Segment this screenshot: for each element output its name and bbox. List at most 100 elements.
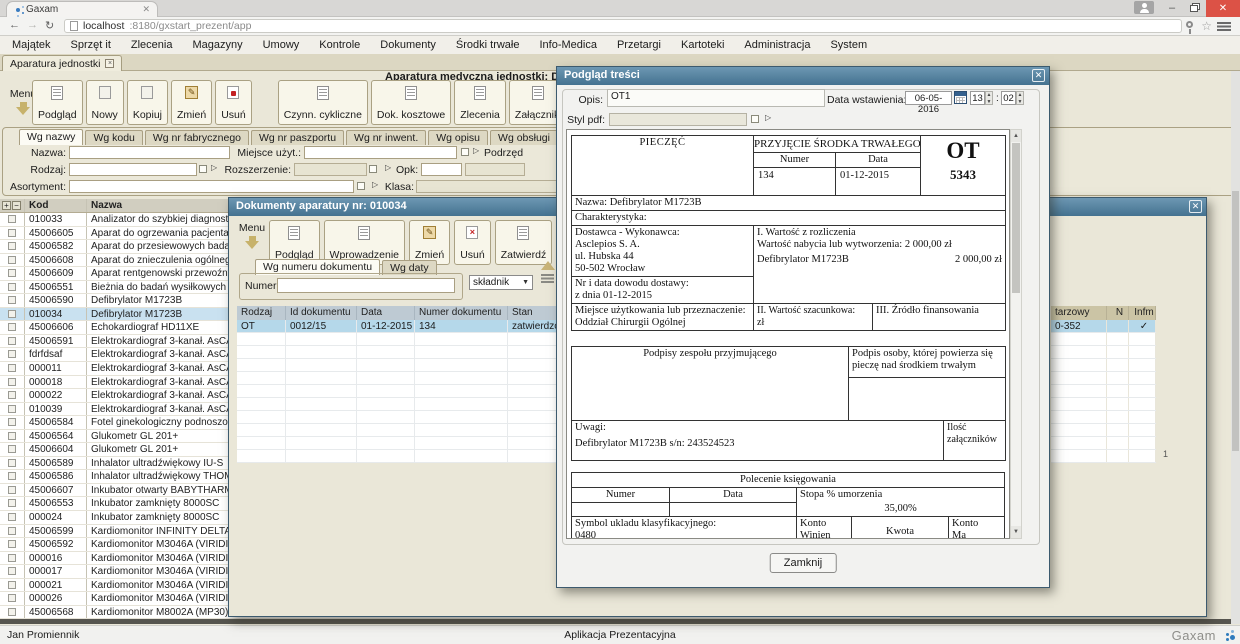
menubar-item-przetargi[interactable]: Przetargi [607, 39, 671, 51]
preview-dialog-close-icon[interactable]: ✕ [1032, 69, 1045, 82]
preview-scrollbar[interactable]: ▲ ▼ [1010, 129, 1022, 539]
hour-spinner[interactable]: ▲▼ [985, 91, 993, 105]
menubar-item-rodki-trwa-e[interactable]: Środki trwałe [446, 39, 530, 51]
tab-aparatura-jednostki[interactable]: Aparatura jednostki × [2, 55, 122, 71]
documents-column-data[interactable]: Data [357, 306, 415, 320]
menubar-item-maj-tek[interactable]: Majątek [2, 39, 61, 51]
numer-input[interactable] [277, 278, 455, 293]
row-checkbox[interactable] [8, 215, 16, 223]
pin-icon[interactable] [1186, 21, 1193, 28]
tab-close-badge-icon[interactable]: × [105, 59, 114, 68]
row-checkbox[interactable] [8, 527, 16, 535]
window-close-button[interactable]: ✕ [1206, 0, 1240, 17]
row-checkbox[interactable] [8, 459, 16, 467]
row-checkbox[interactable] [8, 567, 16, 575]
minute-input[interactable]: 02 [1001, 91, 1016, 105]
row-checkbox[interactable] [8, 310, 16, 318]
skladnik-select[interactable]: składnik ▼ [469, 275, 533, 290]
menubar-item-umowy[interactable]: Umowy [253, 39, 310, 51]
documents-column-id-dokumentu[interactable]: Id dokumentu [286, 306, 357, 320]
asortyment-picker-icon[interactable] [372, 180, 378, 189]
row-checkbox[interactable] [8, 350, 16, 358]
usu-button[interactable]: Usuń [215, 80, 252, 125]
right-column-tarzowy[interactable]: tarzowy [1051, 306, 1107, 320]
zlecenia-button[interactable]: Zlecenia [454, 80, 506, 125]
asortyment-checkbox[interactable] [357, 182, 365, 190]
row-checkbox[interactable] [8, 378, 16, 386]
row-checkbox[interactable] [8, 499, 16, 507]
row-checkbox[interactable] [8, 608, 16, 616]
documents-column-numer-dokumentu[interactable]: Numer dokumentu [415, 306, 508, 320]
up-arrow-icon[interactable] [541, 254, 555, 270]
row-checkbox[interactable] [8, 581, 16, 589]
filter-tab-wg-nazwy[interactable]: Wg nazwy [19, 129, 83, 145]
miejsce-picker-icon[interactable] [473, 146, 479, 155]
window-restore-button[interactable] [1184, 0, 1204, 16]
profile-icon[interactable] [1134, 1, 1154, 14]
row-checkbox[interactable] [8, 364, 16, 372]
opis-textarea[interactable]: OT1 [607, 89, 825, 107]
row-checkbox[interactable] [8, 242, 16, 250]
filter-tab-wg-nr-fabrycznego[interactable]: Wg nr fabrycznego [145, 130, 249, 145]
documents-dialog-close-icon[interactable]: ✕ [1189, 200, 1202, 213]
menubar-item-system[interactable]: System [820, 39, 877, 51]
date-input[interactable]: 06-05-2016 [905, 91, 952, 105]
reload-icon[interactable]: ↻ [45, 19, 54, 32]
scroll-up-icon[interactable]: ▲ [1011, 130, 1021, 142]
back-icon[interactable]: ← [9, 19, 20, 31]
bookmark-star-icon[interactable]: ☆ [1201, 19, 1212, 33]
row-checkbox[interactable] [8, 337, 16, 345]
row-checkbox[interactable] [8, 486, 16, 494]
scroll-down-icon[interactable]: ▼ [1011, 526, 1021, 538]
preview-dialog-titlebar[interactable]: Podgląd treści ✕ [557, 67, 1049, 85]
rozszerzenie-checkbox[interactable] [369, 165, 377, 173]
filter-tab-wg-opisu[interactable]: Wg opisu [428, 130, 488, 145]
right-column-infm[interactable]: Infm [1129, 306, 1156, 320]
filter-tab-wg-nr-paszportu[interactable]: Wg nr paszportu [251, 130, 344, 145]
menubar-item-magazyny[interactable]: Magazyny [182, 39, 252, 51]
row-checkbox[interactable] [8, 513, 16, 521]
row-checkbox[interactable] [8, 323, 16, 331]
row-checkbox[interactable] [8, 472, 16, 480]
rodzaj-checkbox[interactable] [199, 165, 207, 173]
document-row-right[interactable]: 0-352✓ [1051, 320, 1156, 333]
row-checkbox[interactable] [8, 594, 16, 602]
rodzaj-input[interactable] [69, 163, 197, 176]
styl-pdf-picker-icon[interactable] [765, 113, 771, 122]
styl-pdf-checkbox[interactable] [751, 115, 759, 123]
podgl-d-button[interactable]: Podgląd [32, 80, 83, 125]
menubar-item-administracja[interactable]: Administracja [734, 39, 820, 51]
row-checkbox[interactable] [8, 269, 16, 277]
opk-input[interactable] [421, 163, 462, 176]
nowy-button[interactable]: Nowy [86, 80, 124, 125]
filter-tab-wg-nr-inwent[interactable]: Wg nr inwent. [346, 130, 426, 145]
rozszerzenie-picker-icon[interactable] [385, 163, 391, 172]
expand-all-button[interactable]: + [2, 201, 11, 210]
row-checkbox[interactable] [8, 229, 16, 237]
row-checkbox[interactable] [8, 445, 16, 453]
row-checkbox[interactable] [8, 283, 16, 291]
zamknij-button[interactable]: Zamknij [770, 553, 837, 573]
zmie-button[interactable]: Zmień [171, 80, 212, 125]
filter-tab-wg-kodu[interactable]: Wg kodu [85, 130, 142, 145]
kod-column-header[interactable]: Kod [24, 199, 86, 212]
miejsce-input[interactable] [304, 146, 457, 159]
forward-icon[interactable]: → [27, 19, 38, 31]
row-checkbox[interactable] [8, 256, 16, 264]
calendar-icon[interactable] [954, 91, 967, 104]
scrollbar-thumb[interactable] [1012, 143, 1020, 293]
row-checkbox[interactable] [8, 554, 16, 562]
list-icon[interactable] [541, 274, 554, 284]
app-scrollbar[interactable] [1231, 71, 1240, 624]
dok-kosztowe-button[interactable]: Dok. kosztowe [371, 80, 451, 125]
browser-tab[interactable]: Gaxam ✕ [6, 1, 158, 17]
row-checkbox[interactable] [8, 296, 16, 304]
menubar-item-kartoteki[interactable]: Kartoteki [671, 39, 734, 51]
asortyment-input[interactable] [69, 180, 354, 193]
url-bar[interactable]: localhost:8180/gxstart_prezent/app [64, 19, 1182, 33]
right-column-n[interactable]: N [1107, 306, 1129, 320]
menubar-item-kontrole[interactable]: Kontrole [309, 39, 370, 51]
row-checkbox[interactable] [8, 405, 16, 413]
tab-close-icon[interactable]: ✕ [142, 4, 150, 15]
collapse-all-button[interactable]: − [12, 201, 21, 210]
